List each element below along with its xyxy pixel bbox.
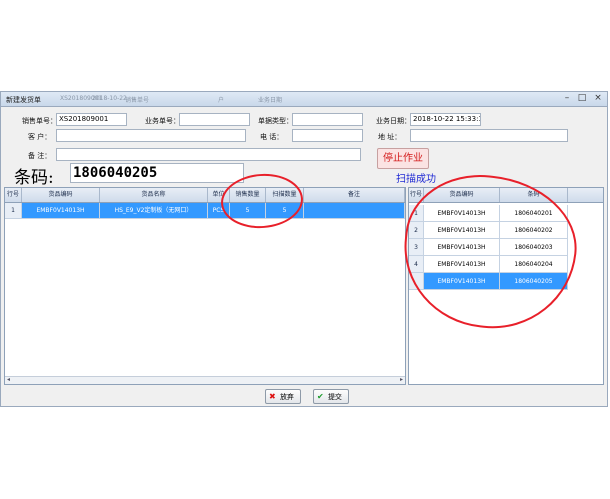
remark-label: 备 注： xyxy=(28,152,52,160)
cell-name[interactable]: HS_E9_V2定制板（无网口） xyxy=(100,203,208,219)
biz-date-label: 业务日期： xyxy=(376,117,411,125)
doc-type-field[interactable] xyxy=(292,113,363,126)
blurred-tab: 2018-10-22 xyxy=(92,95,127,102)
submit-label: 提交 xyxy=(327,393,342,401)
blurred-tab: 户 xyxy=(218,97,225,104)
scroll-right-icon[interactable]: ▸ xyxy=(400,376,403,383)
doc-type-label: 单据类型： xyxy=(258,117,293,125)
biz-date-field[interactable]: 2018-10-22 15:33:11 xyxy=(410,113,481,126)
order-no-label: 销售单号： xyxy=(22,117,57,125)
row-number: 1 xyxy=(5,203,22,219)
cell-code[interactable]: EMBF0V14013H xyxy=(22,203,100,219)
close-icon[interactable]: × xyxy=(591,92,605,104)
customer-label: 客 户： xyxy=(28,133,52,141)
window-title: 新建发货单 xyxy=(6,96,41,104)
grid-header: 行号 货品编码 货品名称 单位 销售数量 扫描数量 备注 xyxy=(5,188,405,203)
maximize-icon[interactable]: □ xyxy=(575,92,589,104)
col-header[interactable]: 货品编码 xyxy=(22,188,100,202)
scroll-left-icon[interactable]: ◂ xyxy=(7,376,10,383)
phone-label: 电 话： xyxy=(260,133,284,141)
cross-icon: ✖ xyxy=(269,392,276,401)
col-header[interactable]: 货品名称 xyxy=(100,188,208,202)
discard-button[interactable]: ✖ 放弃 xyxy=(265,389,301,404)
barcode-input[interactable]: 1806040205 xyxy=(70,163,244,183)
customer-field[interactable] xyxy=(56,129,246,142)
barcode-label: 条码: xyxy=(14,168,54,188)
order-items-grid[interactable]: 行号 货品编码 货品名称 单位 销售数量 扫描数量 备注 1 EMBF0V140… xyxy=(4,187,406,385)
scan-status-text: 扫描成功 xyxy=(396,174,436,185)
minimize-icon[interactable]: – xyxy=(560,92,574,104)
order-no-field[interactable]: XS201809001 xyxy=(56,113,127,126)
blurred-tab: 业务日期 xyxy=(258,97,283,104)
address-label: 地 址： xyxy=(378,133,402,141)
check-icon: ✔ xyxy=(317,392,324,401)
table-row[interactable]: 1 EMBF0V14013H HS_E9_V2定制板（无网口） PCS 5 5 xyxy=(5,203,405,219)
stop-job-button[interactable]: 停止作业 xyxy=(377,148,429,169)
submit-button[interactable]: ✔ 提交 xyxy=(313,389,349,404)
horizontal-scrollbar[interactable]: ◂ ▸ xyxy=(5,376,405,384)
phone-field[interactable] xyxy=(292,129,363,142)
col-header[interactable]: 备注 xyxy=(304,188,405,202)
discard-label: 放弃 xyxy=(279,393,294,401)
remark-field[interactable] xyxy=(56,148,361,161)
col-header[interactable]: 行号 xyxy=(5,188,22,202)
biz-no-field[interactable] xyxy=(179,113,250,126)
address-field[interactable] xyxy=(410,129,568,142)
blurred-tab: 销售单号 xyxy=(125,97,150,104)
cell-remark[interactable] xyxy=(304,203,405,219)
biz-no-label: 业务单号： xyxy=(145,117,180,125)
